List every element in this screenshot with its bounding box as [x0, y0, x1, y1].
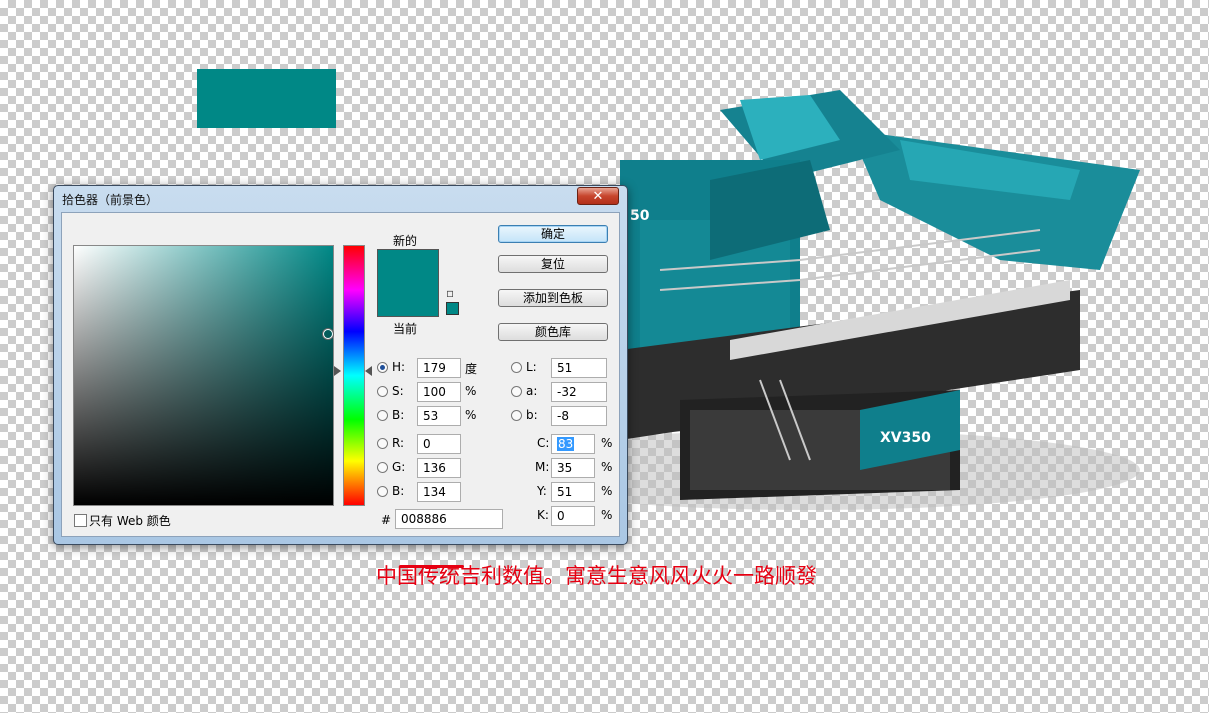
lab-a-label: a: [526, 384, 538, 398]
hex-highlight-underline [399, 565, 464, 568]
magenta-input[interactable]: 35 [551, 458, 595, 478]
new-color-label: 新的 [393, 234, 418, 248]
current-color-label: 当前 [393, 322, 418, 336]
green-radio[interactable] [377, 462, 388, 473]
ok-button[interactable]: 确定 [498, 225, 608, 243]
red-radio[interactable] [377, 438, 388, 449]
brightness-unit: % [465, 408, 477, 422]
lightness-radio[interactable] [511, 362, 522, 373]
lab-b-input[interactable]: -8 [551, 406, 607, 426]
cyan-input[interactable]: 83 [551, 434, 595, 454]
green-input[interactable]: 136 [417, 458, 461, 478]
lab-a-radio[interactable] [511, 386, 522, 397]
hue-slider-right-arrow[interactable] [365, 366, 372, 376]
web-safe-swatch-icon[interactable] [446, 302, 459, 315]
color-sample-swatch [197, 69, 336, 128]
lab-b-label: b: [526, 408, 538, 422]
hue-slider[interactable] [343, 245, 365, 506]
hue-label: H: [392, 360, 406, 374]
blue-radio[interactable] [377, 486, 388, 497]
add-to-swatches-button[interactable]: 添加到色板 [498, 289, 608, 307]
brightness-input[interactable]: 53 [417, 406, 461, 426]
saturation-label: S: [392, 384, 404, 398]
color-preview-new [377, 249, 439, 317]
dialog-title: 拾色器（前景色） [62, 193, 159, 207]
hue-slider-left-arrow[interactable] [334, 366, 341, 376]
saturation-input[interactable]: 100 [417, 382, 461, 402]
brightness-label: B: [392, 408, 405, 422]
saturation-radio[interactable] [377, 386, 388, 397]
black-unit: % [601, 508, 613, 522]
hue-unit: 度 [465, 362, 478, 376]
lightness-input[interactable]: 51 [551, 358, 607, 378]
cyan-value-selected: 83 [557, 437, 575, 451]
color-field-marker[interactable] [323, 329, 333, 339]
lab-a-input[interactable]: -32 [551, 382, 607, 402]
hex-label: # [381, 513, 392, 527]
machine-front-label: 50 [630, 208, 650, 224]
hue-radio[interactable] [377, 362, 388, 373]
black-label: K: [537, 508, 549, 522]
lightness-label: L: [526, 360, 537, 374]
close-button[interactable]: ✕ [577, 187, 619, 205]
cyan-unit: % [601, 436, 613, 450]
magenta-label: M: [535, 460, 550, 474]
brightness-radio[interactable] [377, 410, 388, 421]
cyan-label: C: [537, 436, 550, 450]
hue-input[interactable]: 179 [417, 358, 461, 378]
machine-side-label: XV350 [880, 430, 931, 446]
blue-label: B: [392, 484, 405, 498]
black-input[interactable]: 0 [551, 506, 595, 526]
color-field[interactable] [73, 245, 334, 506]
color-picker-dialog: 拾色器（前景色） ✕ 新的 当前 ▫ 确定 复位 添加到色板 颜色库 H: 17… [53, 185, 628, 568]
yellow-unit: % [601, 484, 613, 498]
lab-b-radio[interactable] [511, 410, 522, 421]
blue-input[interactable]: 134 [417, 482, 461, 502]
reset-button[interactable]: 复位 [498, 255, 608, 273]
saturation-unit: % [465, 384, 477, 398]
green-label: G: [392, 460, 406, 474]
dialog-body: 新的 当前 ▫ 确定 复位 添加到色板 颜色库 H: 179 度 S: 100 … [61, 212, 620, 568]
web-colors-only-checkbox[interactable] [74, 514, 87, 527]
yellow-label: Y: [537, 484, 547, 498]
red-label: R: [392, 436, 405, 450]
hex-input[interactable]: 008886 [395, 509, 503, 529]
web-colors-only-label: 只有 Web 颜色 [89, 514, 171, 528]
color-libraries-button[interactable]: 颜色库 [498, 323, 608, 341]
red-input[interactable]: 0 [417, 434, 461, 454]
yellow-input[interactable]: 51 [551, 482, 595, 502]
out-of-gamut-cube-icon[interactable]: ▫ [446, 286, 454, 300]
magenta-unit: % [601, 460, 613, 474]
